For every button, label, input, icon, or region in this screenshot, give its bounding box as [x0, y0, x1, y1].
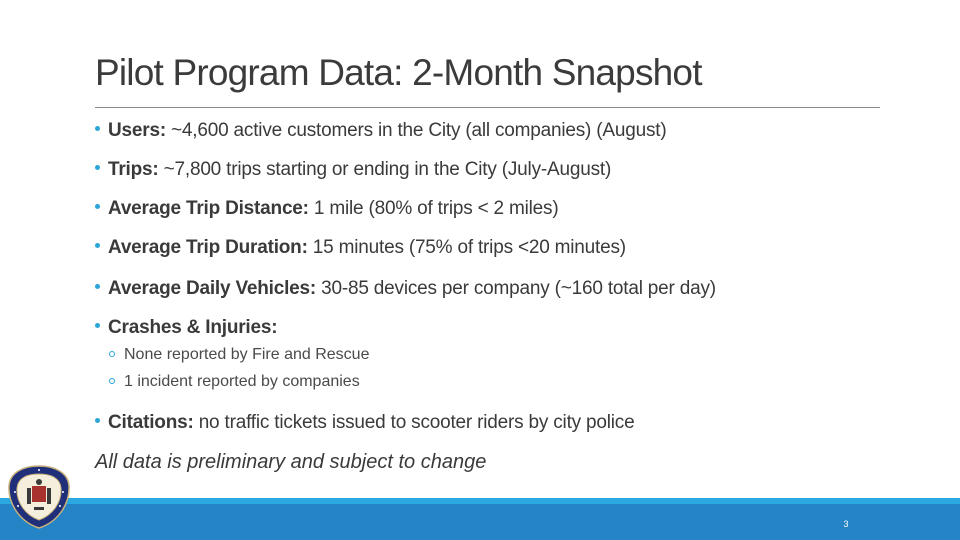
sub-bullet-ring-icon [109, 350, 115, 357]
bullet-daily-vehicles: Average Daily Vehicles: 30-85 devices pe… [95, 278, 716, 300]
sub-bullet-companies: 1 incident reported by companies [109, 373, 360, 391]
title-divider [95, 107, 880, 108]
bullet-dot-icon [95, 204, 100, 210]
bullet-label: Citations: [108, 412, 194, 433]
bullet-label: Crashes & Injuries: [108, 317, 278, 338]
bullet-label: Average Daily Vehicles: [108, 278, 317, 299]
bullet-dot-icon [95, 126, 100, 132]
footer-band [0, 504, 960, 540]
bullet-trip-distance: Average Trip Distance: 1 mile (80% of tr… [95, 198, 559, 220]
bullet-trip-duration: Average Trip Duration: 15 minutes (75% o… [95, 237, 626, 259]
bullet-crashes: Crashes & Injuries: [95, 317, 278, 339]
bullet-label: Trips: [108, 159, 159, 180]
bullet-dot-icon [95, 284, 100, 290]
bullet-text: ~4,600 active customers in the City (all… [165, 120, 667, 141]
sub-bullet-text: None reported by Fire and Rescue [124, 346, 370, 363]
bullet-text: no traffic tickets issued to scooter rid… [193, 412, 635, 433]
disclaimer-note: All data is preliminary and subject to c… [95, 451, 487, 473]
city-seal-icon [8, 465, 70, 529]
bullet-text: ~7,800 trips starting or ending in the C… [158, 159, 612, 180]
bullet-users: Users: ~4,600 active customers in the Ci… [95, 120, 667, 142]
slide-title: Pilot Program Data: 2-Month Snapshot [95, 52, 702, 93]
bullet-text: 1 mile (80% of trips < 2 miles) [308, 198, 559, 219]
bullet-text: 15 minutes (75% of trips <20 minutes) [307, 237, 626, 258]
bullet-dot-icon [95, 418, 100, 424]
bullet-dot-icon [95, 323, 100, 329]
bullet-trips: Trips: ~7,800 trips starting or ending i… [95, 159, 611, 181]
bullet-dot-icon [95, 243, 100, 249]
page-number: 3 [843, 519, 849, 529]
sub-bullet-fire-rescue: None reported by Fire and Rescue [109, 346, 369, 364]
bullet-dot-icon [95, 165, 100, 171]
bullet-label: Average Trip Distance: [108, 198, 309, 219]
bullet-text: 30-85 devices per company (~160 total pe… [316, 278, 716, 299]
bullet-label: Users: [108, 120, 166, 141]
sub-bullet-ring-icon [109, 377, 115, 384]
sub-bullet-text: 1 incident reported by companies [124, 373, 360, 390]
bullet-citations: Citations: no traffic tickets issued to … [95, 412, 635, 434]
bullet-label: Average Trip Duration: [108, 237, 308, 258]
